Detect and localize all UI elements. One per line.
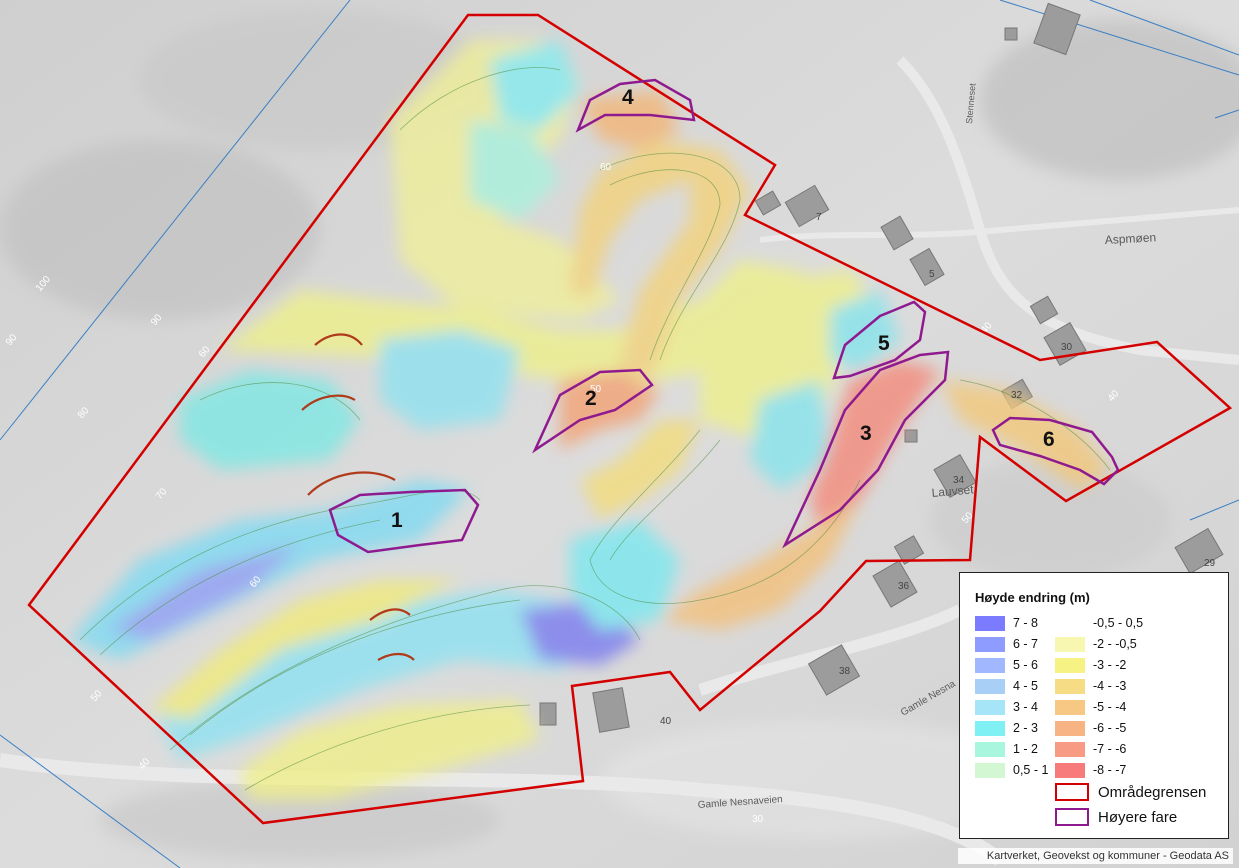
legend-label: 5 - 6 bbox=[1013, 658, 1039, 672]
legend-swatch bbox=[1055, 762, 1085, 778]
legend-item: -3 - -2 bbox=[1055, 657, 1126, 673]
house-number: 30 bbox=[1061, 342, 1073, 353]
legend-item: -2 - -0,5 bbox=[1055, 636, 1137, 652]
legend-swatch bbox=[975, 741, 1005, 757]
zone-label-6: 6 bbox=[1043, 428, 1055, 451]
zone-label-2: 2 bbox=[585, 387, 597, 410]
legend-item: -8 - -7 bbox=[1055, 762, 1126, 778]
legend-item: 2 - 3 bbox=[975, 720, 1038, 736]
place-name-aspmoen: Aspmøen bbox=[1104, 230, 1156, 247]
legend-label: -2 - -0,5 bbox=[1093, 637, 1137, 651]
zone-label-5: 5 bbox=[878, 332, 890, 355]
legend-label: -3 - -2 bbox=[1093, 658, 1127, 672]
legend-swatch bbox=[1055, 678, 1085, 694]
legend-item: -0,5 - 0,5 bbox=[1055, 615, 1143, 631]
legend-swatch bbox=[1055, 657, 1085, 673]
legend-hazard-item: Høyere fare bbox=[1055, 808, 1177, 826]
legend-item: -4 - -3 bbox=[1055, 678, 1126, 694]
legend-swatch bbox=[975, 762, 1005, 778]
legend-boundary-label: Områdegrensen bbox=[1098, 783, 1207, 801]
legend-swatch bbox=[1055, 699, 1085, 715]
house-number: 29 bbox=[1204, 558, 1216, 569]
contour-label: 30 bbox=[752, 814, 764, 825]
legend-item: 6 - 7 bbox=[975, 636, 1038, 652]
legend-label: -4 - -3 bbox=[1093, 679, 1127, 693]
house-number: 38 bbox=[839, 666, 851, 677]
legend-item: 4 - 5 bbox=[975, 678, 1038, 694]
legend-label: 4 - 5 bbox=[1013, 679, 1039, 693]
legend-label: 3 - 4 bbox=[1013, 700, 1039, 714]
house-number: 36 bbox=[898, 581, 910, 592]
legend-label: -0,5 - 0,5 bbox=[1093, 616, 1144, 630]
legend-swatch bbox=[975, 636, 1005, 652]
zone-label-3: 3 bbox=[860, 422, 872, 445]
legend-item: -6 - -5 bbox=[1055, 720, 1126, 736]
legend-hazard-label: Høyere fare bbox=[1098, 808, 1178, 826]
house-number: 5 bbox=[929, 269, 935, 280]
legend-swatch bbox=[975, 657, 1005, 673]
legend-swatch bbox=[975, 720, 1005, 736]
house-number: 34 bbox=[953, 475, 965, 486]
legend-label: 6 - 7 bbox=[1013, 637, 1039, 651]
legend-swatch bbox=[975, 678, 1005, 694]
zone-label-1: 1 bbox=[391, 509, 403, 532]
hazard-swatch bbox=[1055, 808, 1089, 826]
legend-label: 7 - 8 bbox=[1013, 616, 1039, 630]
legend-item: 1 - 2 bbox=[975, 741, 1038, 757]
legend-item: 0,5 - 1 bbox=[975, 762, 1048, 778]
map-legend: Høyde endring (m) 7 - 8 6 - 7 5 - 6 4 - … bbox=[959, 572, 1229, 839]
legend-label: 1 - 2 bbox=[1013, 742, 1039, 756]
legend-swatch bbox=[1055, 636, 1085, 652]
legend-label: -6 - -5 bbox=[1093, 721, 1127, 735]
house-number: 40 bbox=[660, 716, 672, 727]
legend-label: -7 - -6 bbox=[1093, 742, 1127, 756]
legend-swatch bbox=[1055, 720, 1085, 736]
legend-item: -7 - -6 bbox=[1055, 741, 1126, 757]
legend-swatch bbox=[1055, 741, 1085, 757]
legend-swatch bbox=[975, 699, 1005, 715]
boundary-swatch bbox=[1055, 783, 1089, 801]
legend-boundary-item: Områdegrensen bbox=[1055, 783, 1206, 801]
zone-label-4: 4 bbox=[622, 86, 634, 109]
legend-item: 7 - 8 bbox=[975, 615, 1038, 631]
house-number: 32 bbox=[1011, 390, 1023, 401]
legend-title: Høyde endring (m) bbox=[975, 590, 1090, 605]
legend-label: 2 - 3 bbox=[1013, 721, 1039, 735]
legend-item: 5 - 6 bbox=[975, 657, 1038, 673]
map-attribution: Kartverket, Geovekst og kommuner - Geoda… bbox=[958, 848, 1233, 864]
legend-item: 3 - 4 bbox=[975, 699, 1038, 715]
legend-label: 0,5 - 1 bbox=[1013, 763, 1049, 777]
house-number: 7 bbox=[816, 212, 822, 223]
legend-label: -8 - -7 bbox=[1093, 763, 1127, 777]
legend-label: -5 - -4 bbox=[1093, 700, 1127, 714]
legend-swatch bbox=[975, 615, 1005, 631]
legend-swatch bbox=[1055, 615, 1085, 631]
contour-label: 60 bbox=[600, 162, 612, 173]
legend-item: -5 - -4 bbox=[1055, 699, 1126, 715]
